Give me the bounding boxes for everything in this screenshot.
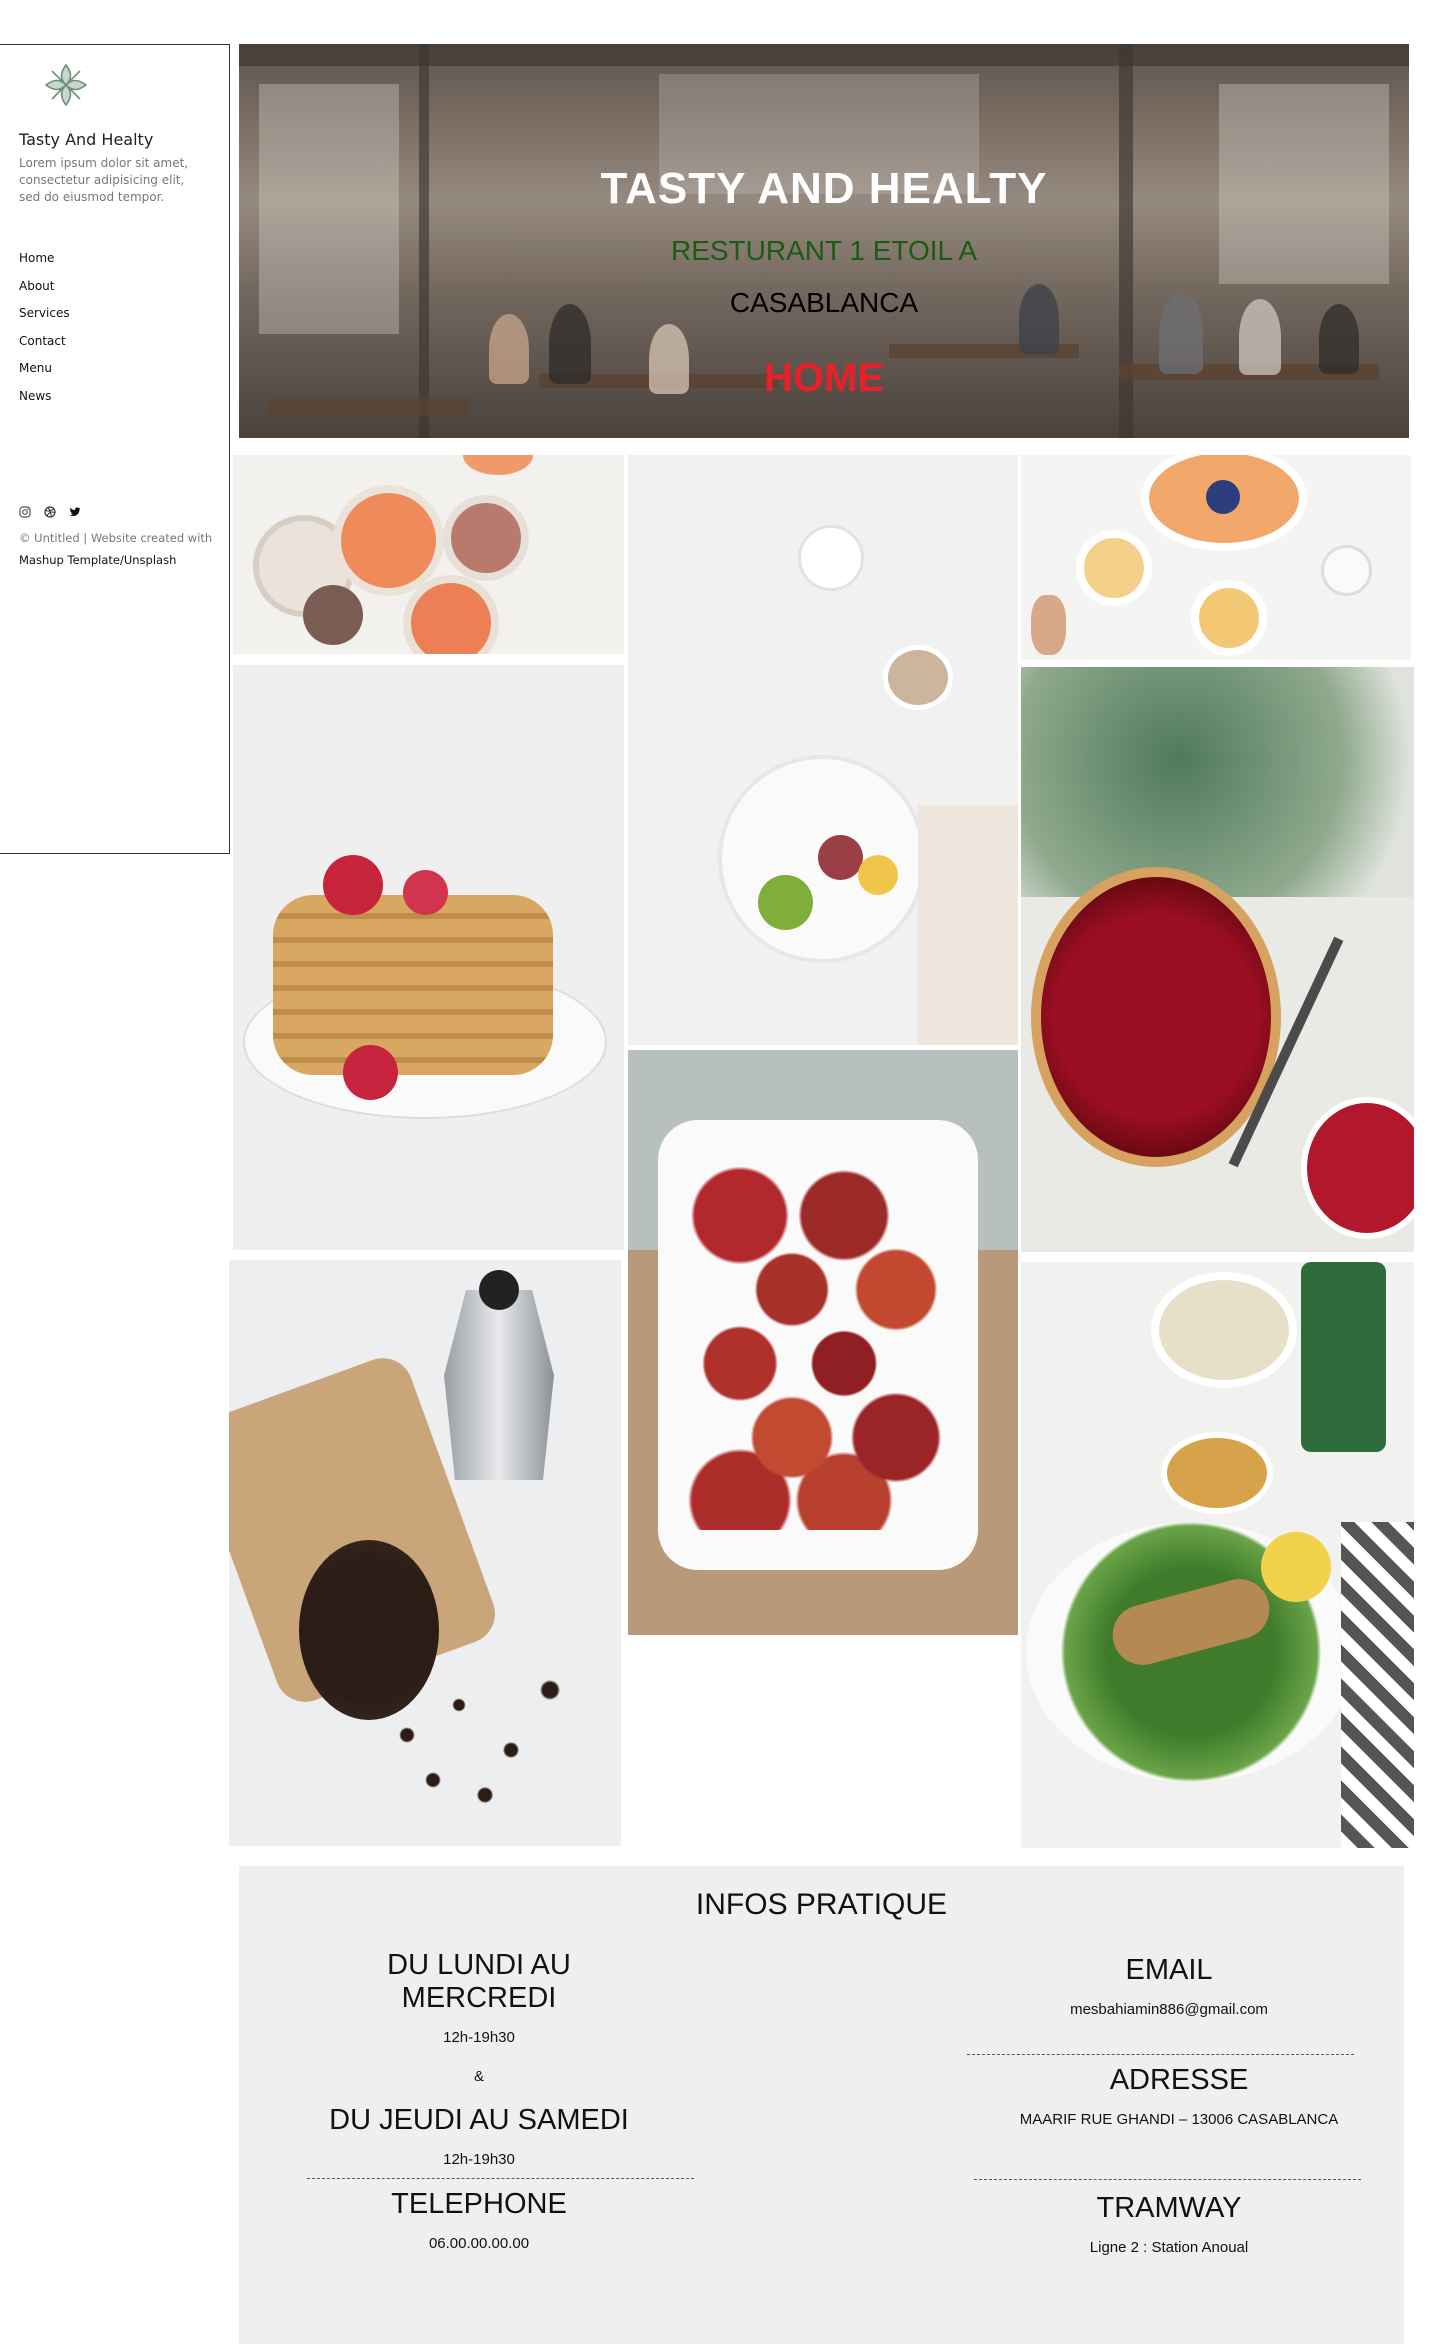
home-link[interactable]: HOME [239, 356, 1409, 401]
hero-title: TASTY AND HEALTY [600, 164, 1048, 213]
address-block: ADRESSE MAARIF RUE GHANDI – 13006 CASABL… [979, 2064, 1379, 2128]
infos-heading: INFOS PRATIQUE [695, 1888, 948, 1921]
days-label: DU JEUDI AU SAMEDI [329, 2104, 629, 2136]
plate [303, 585, 363, 645]
phone-block: TELEPHONE 06.00.00.00.00 [309, 2188, 649, 2252]
plate [1191, 580, 1267, 656]
striped-napkin [1341, 1522, 1414, 1848]
nav-item-news[interactable]: News [19, 389, 70, 417]
coffee-cup [883, 645, 953, 710]
water-bottle [1301, 1262, 1386, 1452]
dribbble-icon[interactable] [44, 505, 56, 518]
photo-pancakes[interactable] [233, 665, 624, 1250]
moka-pot [444, 1290, 554, 1480]
plate [403, 575, 499, 654]
plate [463, 455, 533, 475]
hero-ceiling [239, 44, 1409, 66]
hero-banner: TASTY AND HEALTY RESTURANT 1 ETOIL A CAS… [239, 44, 1409, 438]
scattered-beans [329, 1660, 589, 1810]
email-label: EMAIL [1125, 1954, 1213, 1986]
and-separator: & [473, 2068, 484, 2085]
plums [688, 1160, 948, 1530]
infos-section: INFOS PRATIQUE DU LUNDI AU MERCREDI 12h-… [239, 1866, 1404, 2344]
hours-block: DU LUNDI AU MERCREDI 12h-19h30 & DU JEUD… [309, 1949, 649, 2168]
sidebar: Tasty And Healty Lorem ipsum dolor sit a… [0, 44, 230, 854]
sidebar-nav: Home About Services Contact Menu News [19, 251, 70, 416]
hero-table [269, 399, 469, 415]
photo-fish-salad[interactable] [1021, 1262, 1414, 1848]
raspberry [323, 855, 383, 915]
hero-city: CASABLANCA [729, 287, 919, 318]
address-label: ADRESSE [1109, 2064, 1249, 2096]
email-value[interactable]: mesbahiamin886@gmail.com [979, 2001, 1359, 2018]
tart [1031, 867, 1281, 1167]
nav-item-contact[interactable]: Contact [19, 334, 70, 362]
leaf-logo-icon[interactable] [40, 59, 92, 111]
photo-breakfast-table[interactable] [1021, 455, 1411, 660]
tramway-block: TRAMWAY Ligne 2 : Station Anoual [979, 2192, 1359, 2256]
side-plate [1151, 1272, 1297, 1388]
lemon [858, 855, 898, 895]
plate [1076, 530, 1152, 606]
kiwi [758, 875, 813, 930]
email-block: EMAIL mesbahiamin886@gmail.com [979, 1954, 1359, 2018]
sauce-bowl [1161, 1432, 1273, 1514]
days-label: DU LUNDI AU MERCREDI [387, 1949, 571, 2014]
milk-jug [798, 525, 864, 591]
copyright: © Untitled | Website created with Mashup… [19, 527, 229, 571]
credit-link[interactable]: Mashup Template/Unsplash [19, 549, 229, 571]
photo-berry-tart[interactable] [1021, 667, 1414, 1252]
nav-item-menu[interactable]: Menu [19, 361, 70, 389]
fig [818, 835, 863, 880]
hours-value: 12h-19h30 [443, 2151, 515, 2168]
plate [333, 485, 444, 596]
nav-item-home[interactable]: Home [19, 251, 70, 279]
teapot [1321, 545, 1372, 596]
dashed-divider [307, 2178, 694, 2179]
nav-item-about[interactable]: About [19, 279, 70, 307]
phone-value[interactable]: 06.00.00.00.00 [309, 2235, 649, 2252]
address-value: MAARIF RUE GHANDI – 13006 CASABLANCA [1019, 2111, 1339, 2128]
phone-label: TELEPHONE [391, 2188, 567, 2220]
twitter-icon[interactable] [69, 505, 81, 517]
plate [443, 495, 529, 581]
leaves [1021, 667, 1414, 897]
photo-roasted-plums[interactable] [628, 1050, 1018, 1635]
social-links [19, 505, 81, 518]
photo-yogurt-bowl[interactable] [628, 455, 1018, 1045]
site-description: Lorem ipsum dolor sit amet, consectetur … [19, 156, 189, 204]
hours-value: 12h-19h30 [443, 2029, 515, 2046]
nav-item-services[interactable]: Services [19, 306, 70, 334]
tramway-value: Ligne 2 : Station Anoual [1089, 2239, 1249, 2256]
instagram-icon[interactable] [19, 505, 31, 518]
site-title: Tasty And Healty [19, 130, 154, 149]
photo-moka-pot[interactable] [229, 1260, 621, 1846]
pot-knob [479, 1270, 519, 1310]
book [918, 805, 1018, 1045]
lemon [1261, 1532, 1331, 1602]
pancake-stack [273, 895, 553, 1075]
dashed-divider [974, 2179, 1361, 2180]
blueberries [1206, 480, 1240, 514]
dashed-divider [967, 2054, 1354, 2055]
raspberry [343, 1045, 398, 1100]
hand [1031, 595, 1066, 655]
hero-subtitle: RESTURANT 1 ETOIL A [670, 235, 978, 266]
photo-figs-and-grapefruit[interactable] [233, 455, 624, 654]
tramway-label: TRAMWAY [1096, 2192, 1242, 2224]
berry-bowl [1301, 1097, 1414, 1239]
raspberry [403, 870, 448, 915]
copyright-text: © Untitled | Website created with [19, 531, 213, 545]
